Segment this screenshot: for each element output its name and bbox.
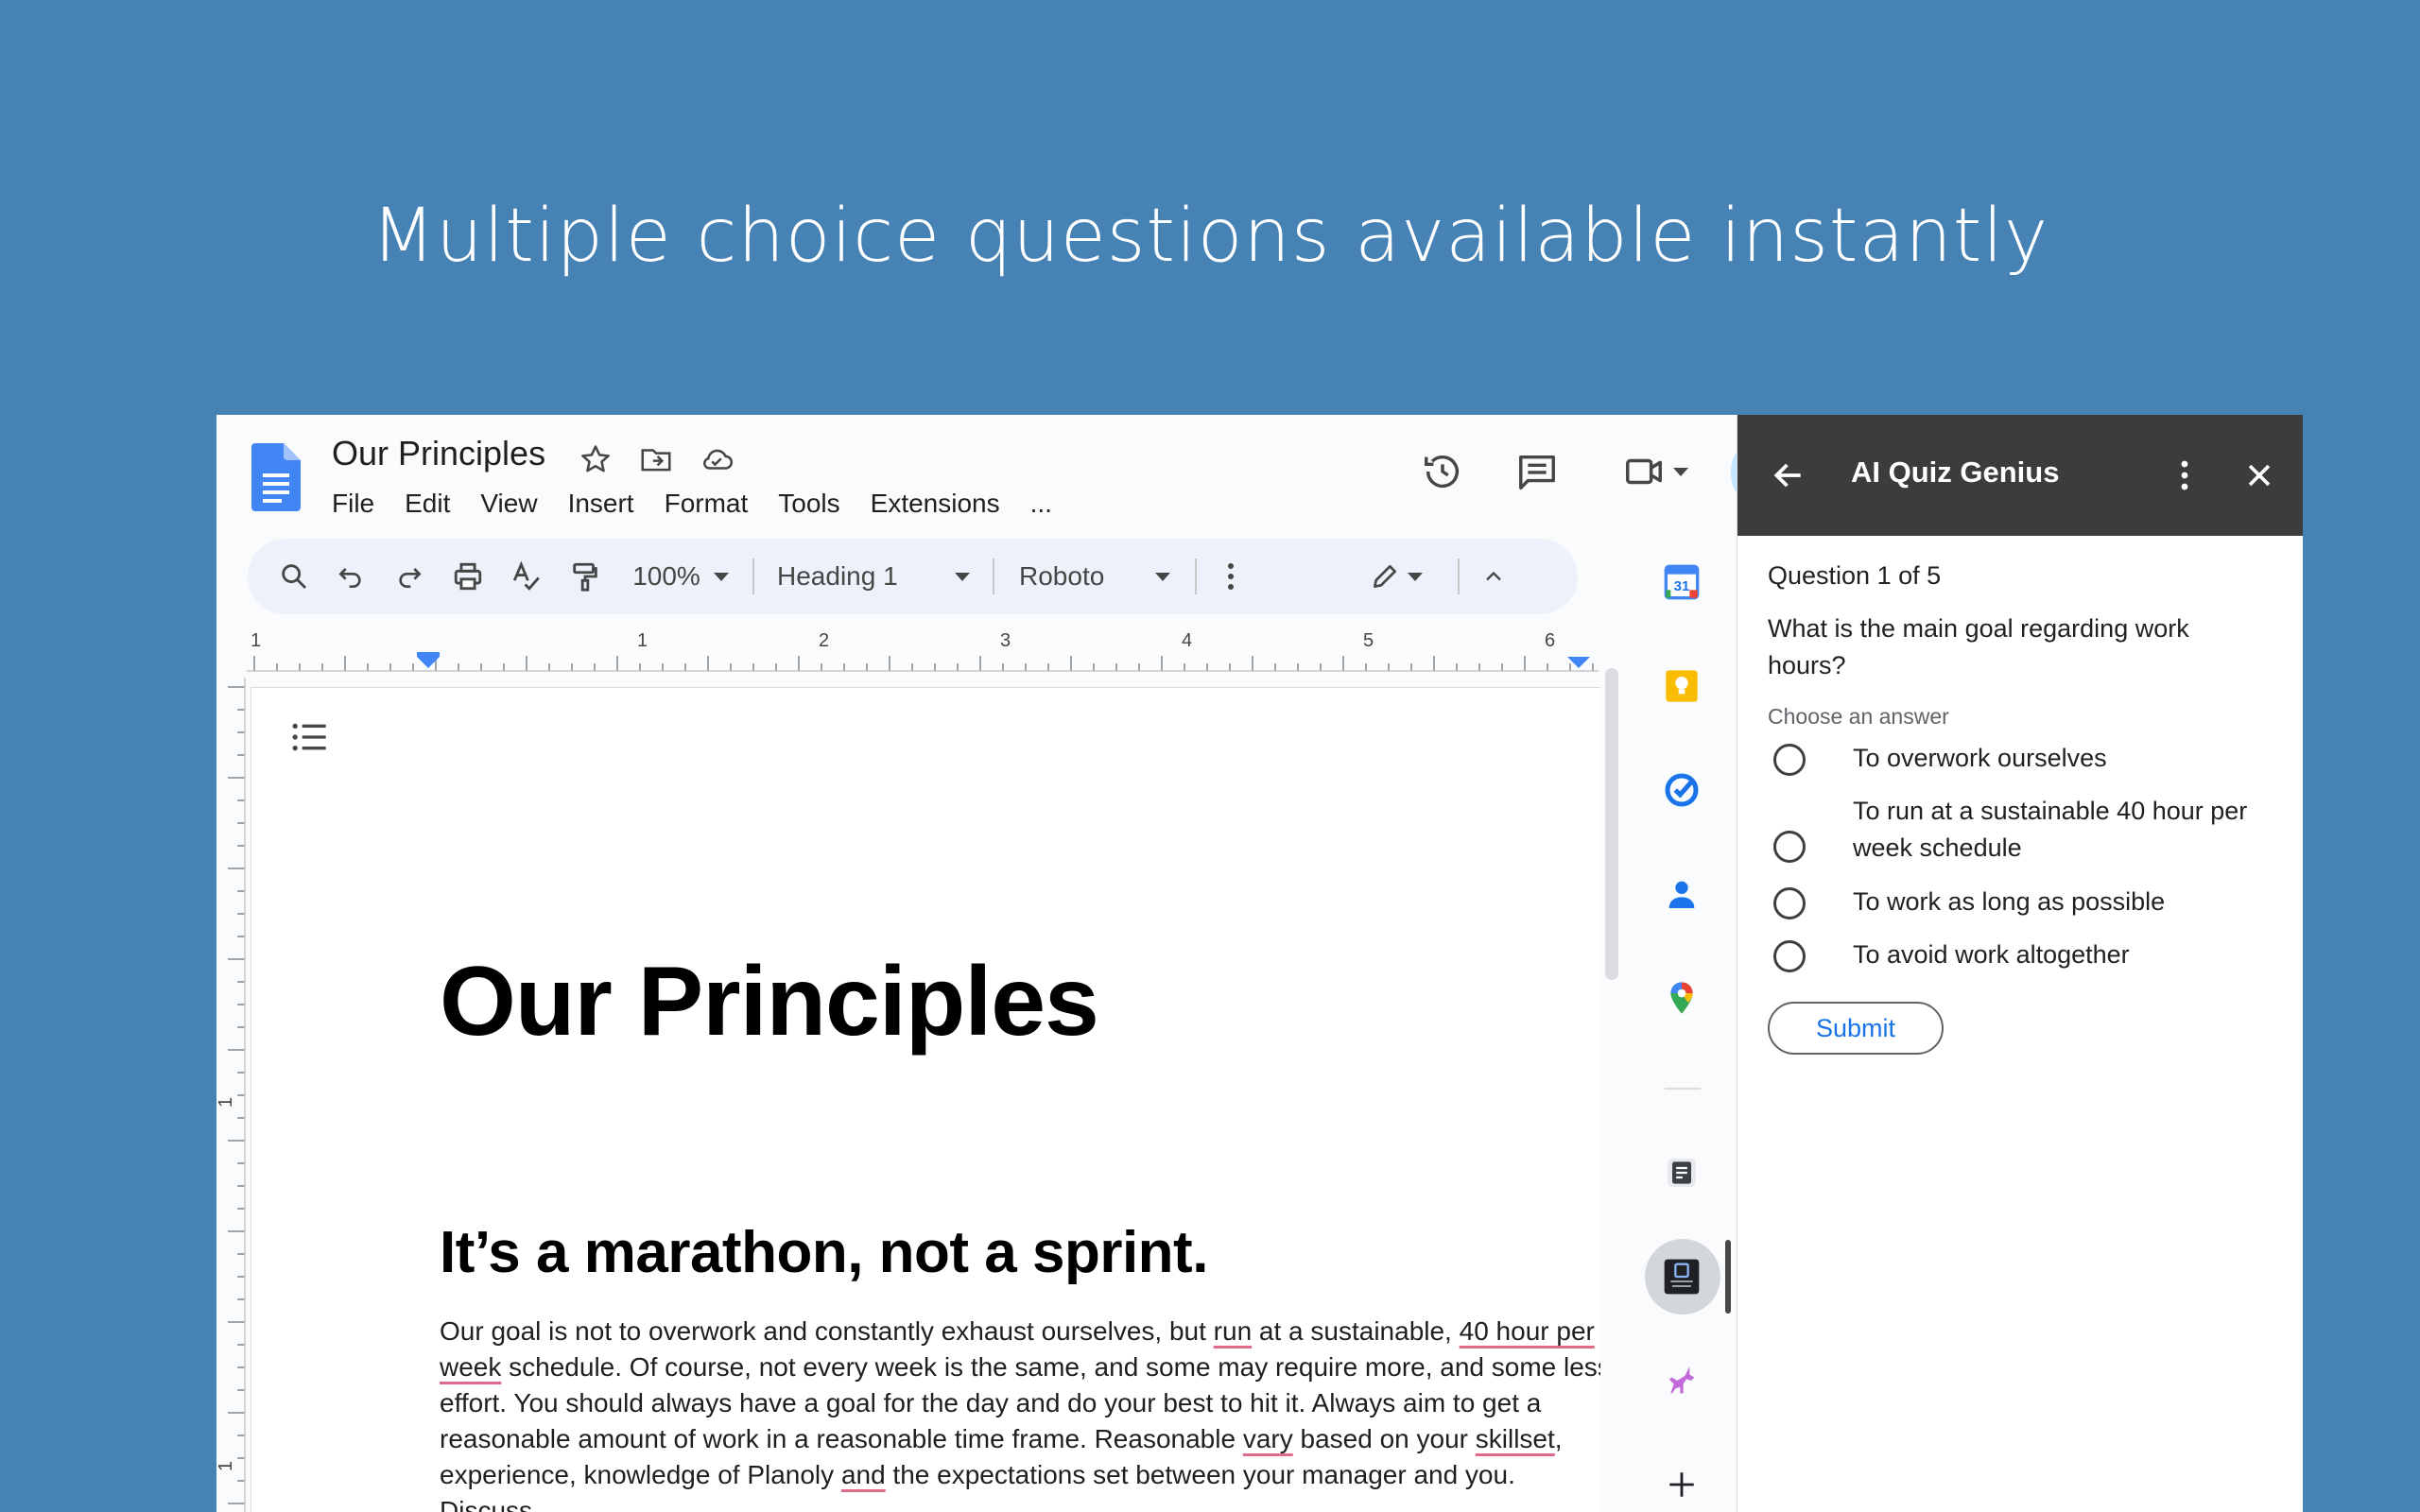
back-icon[interactable] <box>1762 449 1815 502</box>
unicorn-icon[interactable] <box>1658 1357 1705 1404</box>
close-icon[interactable] <box>2233 449 2286 502</box>
answer-option[interactable]: To avoid work altogether <box>1773 936 2130 972</box>
search-icon[interactable] <box>267 539 321 614</box>
tasks-icon[interactable] <box>1658 766 1705 814</box>
quiz-panel: AI Quiz Genius Question 1 of 5 What is t… <box>1737 415 2303 1512</box>
horizontal-ruler[interactable]: 1 1 2 3 4 5 6 <box>247 627 1599 675</box>
history-icon[interactable] <box>1409 434 1476 509</box>
cloud-icon[interactable] <box>699 441 735 477</box>
zoom-select[interactable]: 100% <box>614 539 747 614</box>
spelling-flag: run <box>1213 1316 1253 1346</box>
answer-label: To run at a sustainable 40 hour per week… <box>1853 797 2248 862</box>
menu-tools[interactable]: Tools <box>778 483 855 524</box>
menu-insert[interactable]: Insert <box>568 483 649 524</box>
ruler-label: 6 <box>1545 630 1555 651</box>
font-select[interactable]: Roboto <box>1000 539 1189 614</box>
answer-option[interactable]: To run at a sustainable 40 hour per week… <box>1773 797 2247 863</box>
more-icon[interactable] <box>1202 539 1259 614</box>
addon-icon[interactable] <box>1658 1149 1705 1196</box>
question-counter: Question 1 of 5 <box>1768 561 1942 590</box>
zoom-value: 100% <box>632 561 700 591</box>
menu-format[interactable]: Format <box>665 483 764 524</box>
style-select[interactable]: Heading 1 <box>760 539 987 614</box>
chevron-down-icon <box>713 572 729 581</box>
spelling-flag: and <box>840 1460 886 1489</box>
ruler-label: 4 <box>1182 630 1192 651</box>
answer-label: To overwork ourselves <box>1853 744 2107 772</box>
docs-logo[interactable] <box>251 443 301 511</box>
ruler-label: 3 <box>1000 630 1011 651</box>
radio-button[interactable] <box>1773 831 1806 863</box>
radio-button[interactable] <box>1773 940 1806 972</box>
move-icon[interactable] <box>638 441 674 477</box>
menu-file[interactable]: File <box>332 483 389 524</box>
spellcheck-icon[interactable] <box>497 539 556 614</box>
document-paragraph: Our goal is not to overwork and constant… <box>440 1316 1600 1512</box>
active-indicator <box>1725 1240 1731 1314</box>
answer-option[interactable]: To work as long as possible <box>1773 884 2165 919</box>
style-value: Heading 1 <box>777 561 898 591</box>
question-text: What is the main goal regarding work hou… <box>1768 614 2189 679</box>
star-icon[interactable] <box>578 441 614 477</box>
outline-icon[interactable] <box>291 721 329 758</box>
side-panel-icons: 31 <box>1634 415 1731 1512</box>
submit-button[interactable]: Submit <box>1768 1002 1944 1055</box>
menubar: File Edit View Insert Format Tools Exten… <box>332 483 1082 524</box>
chevron-down-icon <box>955 572 970 581</box>
more-vert-icon[interactable] <box>2158 449 2211 502</box>
edit-icon[interactable] <box>1354 539 1439 614</box>
calendar-day: 31 <box>1674 578 1690 594</box>
menu-view[interactable]: View <box>480 483 552 524</box>
document-heading: Our Principles <box>440 947 1099 1057</box>
quiz-panel-header: AI Quiz Genius <box>1737 415 2303 536</box>
comment-icon[interactable] <box>1504 434 1570 509</box>
document-subheading: It’s a marathon, not a sprint. <box>440 1220 1208 1285</box>
radio-button[interactable] <box>1773 744 1806 776</box>
spelling-flag: vary <box>1242 1424 1293 1453</box>
calendar-icon[interactable]: 31 <box>1658 558 1705 606</box>
keep-icon[interactable] <box>1658 662 1705 710</box>
docs-window: Our Principles File Edit View Insert For… <box>216 415 2303 1512</box>
document-title[interactable]: Our Principles <box>332 434 545 473</box>
vertical-ruler[interactable]: 1 1 <box>216 678 249 1512</box>
collapse-icon[interactable] <box>1465 539 1522 614</box>
answer-label: To avoid work altogether <box>1853 940 2130 969</box>
plus-icon[interactable] <box>1658 1461 1705 1508</box>
answer-option[interactable]: To overwork ourselves <box>1773 740 2107 776</box>
paint-format-icon[interactable] <box>556 539 614 614</box>
toolbar: 100% Heading 1 Roboto <box>248 539 1578 614</box>
print-icon[interactable] <box>439 539 497 614</box>
scrollbar-thumb[interactable] <box>1605 668 1618 980</box>
ruler-label: 5 <box>1363 630 1374 651</box>
ruler-label: 1 <box>216 1097 236 1108</box>
menu-more[interactable]: ... <box>1030 483 1067 524</box>
maps-icon[interactable] <box>1658 974 1705 1022</box>
radio-button[interactable] <box>1773 887 1806 919</box>
chevron-down-icon <box>1155 572 1170 581</box>
contacts-icon[interactable] <box>1658 870 1705 918</box>
spelling-flag: skillset <box>1475 1424 1555 1453</box>
font-value: Roboto <box>1019 561 1105 591</box>
quiz-addon-icon[interactable] <box>1658 1253 1705 1300</box>
ruler-label: 2 <box>819 630 829 651</box>
banner-headline: Multiple choice questions available inst… <box>371 194 2049 279</box>
redo-icon[interactable] <box>380 539 439 614</box>
quiz-panel-title: AI Quiz Genius <box>1851 455 2060 489</box>
answer-label: To work as long as possible <box>1853 887 2166 916</box>
menu-edit[interactable]: Edit <box>405 483 465 524</box>
document-page[interactable]: Our Principles It’s a marathon, not a sp… <box>251 687 1600 1512</box>
ruler-label: 1 <box>251 630 261 651</box>
undo-icon[interactable] <box>321 539 380 614</box>
ruler-label: 1 <box>216 1461 236 1471</box>
ruler-label: 1 <box>637 630 648 651</box>
menu-extensions[interactable]: Extensions <box>871 483 1015 524</box>
answer-prompt: Choose an answer <box>1768 704 1949 729</box>
